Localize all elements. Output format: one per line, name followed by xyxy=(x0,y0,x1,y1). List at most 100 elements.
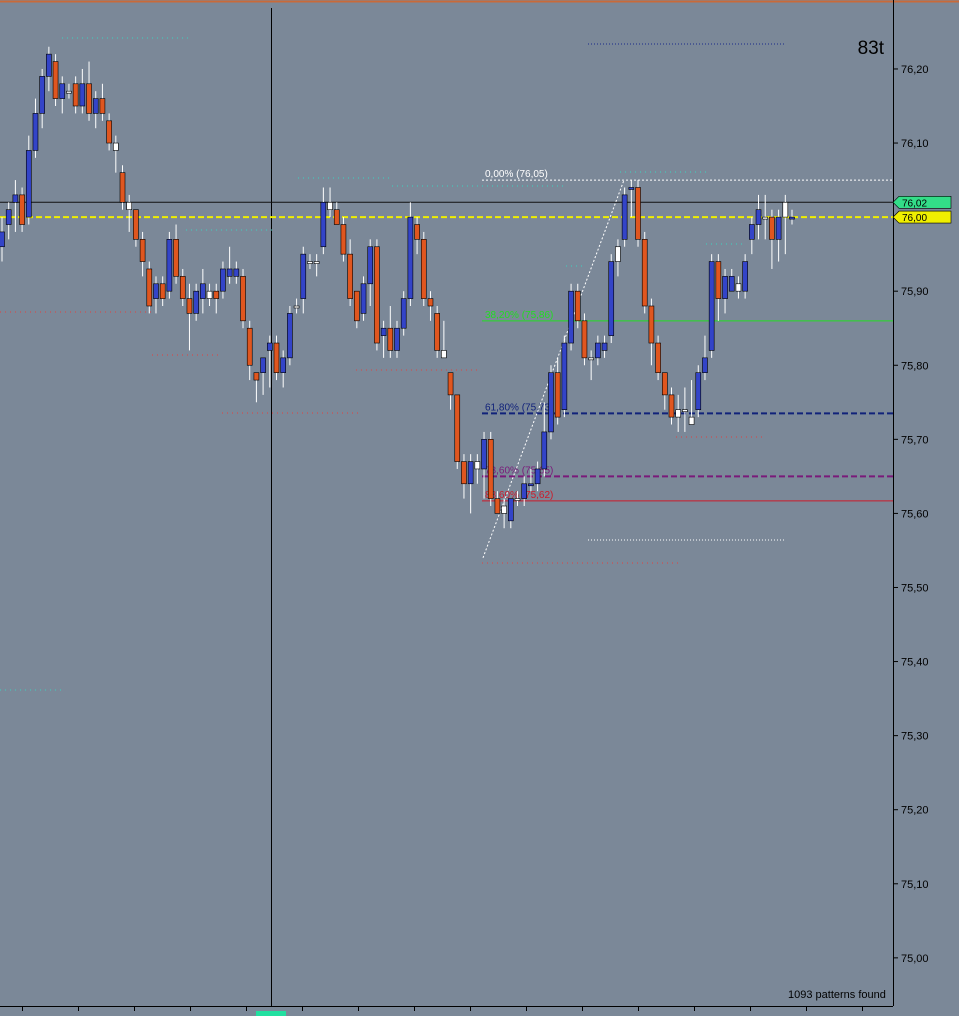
fib-level-label: 0,00% (76,05) xyxy=(485,169,548,180)
candle-body xyxy=(782,201,789,218)
candle-body xyxy=(133,209,139,240)
candle-body xyxy=(688,416,695,425)
candle-body xyxy=(46,53,52,77)
candle-body xyxy=(240,276,246,322)
candle-body xyxy=(193,290,199,314)
candle-body xyxy=(139,239,146,262)
candle-body xyxy=(226,268,233,277)
candle-body xyxy=(661,372,668,396)
candle-body xyxy=(581,320,588,359)
y-tick-label: 75,60 xyxy=(901,508,929,520)
candle-body xyxy=(233,268,240,277)
candle-body xyxy=(327,201,333,211)
price-tag-label: 76,00 xyxy=(902,213,927,224)
y-tick-label: 76,20 xyxy=(901,64,929,76)
candle-body xyxy=(541,431,548,470)
candle-body xyxy=(200,283,206,299)
candle-body xyxy=(347,253,353,299)
candle-body xyxy=(253,372,260,381)
candle-body xyxy=(414,224,420,240)
candle-body xyxy=(113,142,119,151)
candle-body xyxy=(769,216,775,240)
candle-body xyxy=(749,224,755,240)
candle-body xyxy=(206,290,213,299)
candle-body xyxy=(25,150,32,218)
price-tag-label: 76,02 xyxy=(902,198,927,209)
candle-body xyxy=(574,290,581,322)
time-cursor-marker xyxy=(256,1011,286,1016)
candle-body xyxy=(762,216,769,220)
candle-body xyxy=(380,327,387,336)
candle-body xyxy=(394,327,400,351)
candle-body xyxy=(675,409,681,418)
y-tick-label: 75,10 xyxy=(901,879,929,891)
candle-body xyxy=(481,439,487,470)
candle-body xyxy=(728,276,735,292)
candle-body xyxy=(501,505,507,514)
candle-body xyxy=(648,305,655,344)
candle-body xyxy=(474,461,481,470)
candle-body xyxy=(682,409,688,413)
candle-body xyxy=(99,98,106,114)
candle-body xyxy=(126,201,133,211)
candle-body xyxy=(0,231,5,248)
candle-body xyxy=(608,261,615,336)
candle-body xyxy=(407,216,414,299)
candle-body xyxy=(119,172,126,203)
candle-body xyxy=(52,61,59,99)
candle-body xyxy=(434,313,440,351)
candle-body xyxy=(722,276,728,299)
candle-body xyxy=(39,76,45,114)
candlestick-chart[interactable]: 76,20 76,10 76,00 75,90 75,80 75,70 75,60 75,50… xyxy=(0,0,959,1016)
candle-body xyxy=(494,498,501,514)
candle-body xyxy=(320,201,327,248)
y-tick-label: 75,00 xyxy=(901,953,929,965)
candle-body xyxy=(32,113,39,151)
candle-body xyxy=(333,209,340,225)
y-tick-label: 75,80 xyxy=(901,360,929,372)
candle-body xyxy=(467,461,474,485)
candle-body xyxy=(715,261,722,299)
chart-root: 76,20 76,10 76,00 75,90 75,80 75,70 75,60 75,50… xyxy=(0,0,959,1016)
y-tick-label: 75,30 xyxy=(901,731,929,743)
candle-body xyxy=(548,372,554,433)
candle-body xyxy=(246,327,253,366)
candle-body xyxy=(400,298,407,329)
candle-body xyxy=(59,83,66,99)
candle-body xyxy=(387,327,394,351)
candle-body xyxy=(588,357,594,361)
y-tick-label: 75,90 xyxy=(901,286,929,298)
candle-body xyxy=(601,342,608,351)
fib-level-label: 61,80% (75,73) xyxy=(485,402,553,413)
candle-body xyxy=(374,246,380,344)
candle-body xyxy=(628,187,635,190)
y-tick-label: 75,70 xyxy=(901,434,929,446)
candle-body xyxy=(72,83,79,107)
candle-body xyxy=(621,194,628,240)
candle-body xyxy=(213,290,220,299)
candle-body xyxy=(708,261,715,351)
candle-body xyxy=(735,283,742,292)
candle-body xyxy=(615,246,621,262)
candle-body xyxy=(313,261,320,264)
candle-body xyxy=(367,246,374,285)
candle-body xyxy=(360,283,367,314)
candle-body xyxy=(86,83,92,114)
candle-body xyxy=(260,357,266,373)
candle-body xyxy=(146,268,153,307)
candle-body xyxy=(266,342,273,351)
candle-body xyxy=(641,239,648,307)
candle-body xyxy=(340,224,347,255)
candle-body xyxy=(273,342,280,373)
candle-body xyxy=(66,90,72,94)
candle-body xyxy=(79,83,86,107)
candle-body xyxy=(354,290,360,322)
candle-body xyxy=(561,342,568,411)
candle-body xyxy=(280,357,286,373)
candle-body xyxy=(441,350,447,359)
candle-body xyxy=(702,357,708,373)
candle-body xyxy=(755,209,762,225)
candle-body xyxy=(159,283,166,299)
candle-body xyxy=(287,313,293,359)
candle-body xyxy=(595,342,601,359)
